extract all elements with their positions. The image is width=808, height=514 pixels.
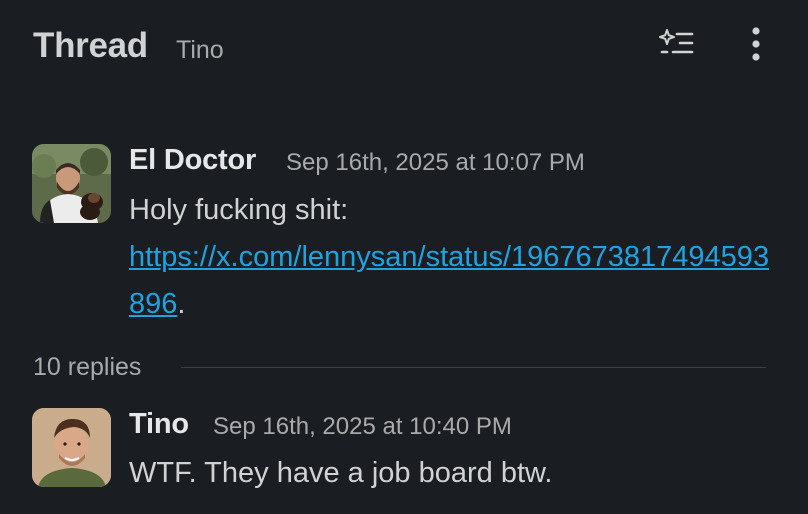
thread-title: Thread	[33, 26, 148, 65]
message-author[interactable]: Tino	[129, 408, 189, 441]
message-link[interactable]: https://x.com/lennysan/status/1967673817…	[129, 241, 769, 320]
divider-line	[181, 367, 766, 368]
thread-channel-name[interactable]: Tino	[176, 36, 224, 65]
message-author[interactable]: El Doctor	[129, 144, 256, 177]
thread-header: Thread Tino	[0, 0, 808, 95]
sparkle-list-icon	[659, 29, 694, 54]
avatar[interactable]	[32, 408, 111, 487]
vertical-ellipsis-icon	[752, 27, 760, 61]
el-doctor-avatar-image	[32, 144, 111, 223]
replies-count: 10 replies	[33, 353, 142, 381]
tino-avatar-image	[32, 408, 111, 487]
message-timestamp[interactable]: Sep 16th, 2025 at 10:07 PM	[286, 149, 585, 177]
summarize-thread-button[interactable]	[654, 22, 698, 66]
message-text: Holy fucking shit:	[129, 194, 349, 226]
replies-divider: 10 replies	[0, 348, 808, 388]
message-body: WTF. They have a job board btw.	[129, 457, 553, 489]
message-body: Holy fucking shit: https://x.com/lennysa…	[129, 187, 779, 328]
avatar[interactable]	[32, 144, 111, 223]
message-timestamp[interactable]: Sep 16th, 2025 at 10:40 PM	[213, 413, 512, 441]
message-link-suffix: .	[177, 288, 186, 320]
more-actions-button[interactable]	[734, 22, 778, 66]
